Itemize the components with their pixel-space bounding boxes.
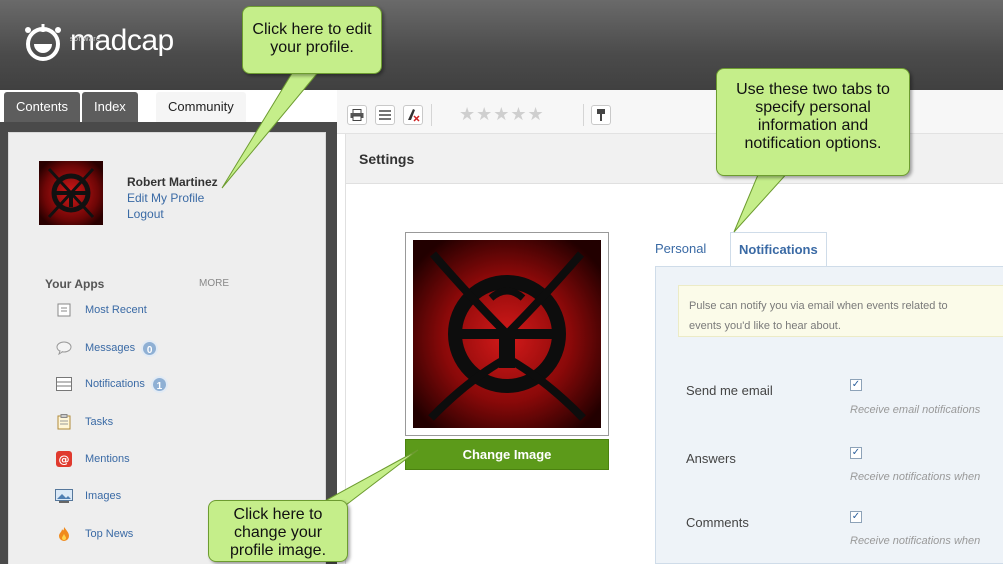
sidebar-item-most-recent[interactable]: Most Recent	[55, 299, 147, 321]
tab-contents[interactable]: Contents	[4, 92, 81, 122]
sidebar-item-label: Notifications	[85, 378, 145, 390]
comments-label: Comments	[686, 515, 749, 530]
profile-image[interactable]	[413, 240, 601, 428]
svg-text:@: @	[59, 453, 70, 466]
info-text-line-1: Pulse can notify you via email when even…	[689, 300, 948, 312]
logout-link[interactable]: Logout	[127, 207, 164, 221]
send-email-checkbox[interactable]: ✓	[850, 379, 862, 391]
list-view-button[interactable]	[375, 105, 395, 125]
toolbar-divider	[431, 104, 432, 126]
answers-label: Answers	[686, 451, 736, 466]
sidebar-item-label: Most Recent	[85, 304, 147, 316]
format-painter-button[interactable]	[591, 105, 611, 125]
at-sign-icon: @	[55, 450, 73, 468]
page-title: Settings	[359, 151, 415, 167]
clear-format-icon	[408, 109, 420, 122]
main-content: Settings Change Image Personal Notificat…	[337, 134, 1003, 564]
paint-roller-icon	[597, 109, 605, 121]
answers-description: Receive notifications when	[850, 471, 981, 483]
sidebar-item-notifications[interactable]: Notifications 1	[55, 373, 168, 395]
tab-index[interactable]: Index	[82, 92, 138, 122]
speech-bubble-icon	[55, 339, 73, 357]
tab-personal[interactable]: Personal	[655, 232, 706, 266]
sidebar-item-label: Images	[85, 490, 122, 502]
edit-profile-link[interactable]: Edit My Profile	[127, 191, 204, 205]
sidebar-item-label: Messages	[85, 342, 136, 354]
print-button[interactable]	[347, 105, 367, 125]
toolbar-divider	[583, 104, 584, 126]
notifications-panel: Pulse can notify you via email when even…	[655, 266, 1003, 564]
notifications-count-badge: 1	[150, 375, 168, 393]
tab-notifications[interactable]: Notifications	[730, 232, 827, 266]
send-email-label: Send me email	[686, 383, 773, 398]
answers-checkbox[interactable]: ✓	[850, 447, 862, 459]
sidebar: Robert Martinez Edit My Profile Logout Y…	[0, 122, 337, 564]
your-apps-heading: Your Apps	[45, 277, 105, 291]
list-icon	[379, 110, 391, 120]
info-text-line-2: events you'd like to hear about.	[689, 320, 841, 332]
profile-image-frame	[405, 232, 609, 436]
avatar[interactable]	[39, 161, 103, 225]
sidebar-item-messages[interactable]: Messages 0	[55, 337, 159, 359]
user-name: Robert Martinez	[127, 175, 218, 189]
callout-edit-profile: Click here to edit your profile.	[242, 6, 382, 74]
callout-tabs: Use these two tabs to specify personal i…	[716, 68, 910, 176]
messages-count-badge: 0	[141, 339, 159, 357]
sidebar-item-top-news[interactable]: Top News	[55, 523, 133, 545]
rating-stars[interactable]: ★★★★★	[459, 104, 545, 125]
tab-community[interactable]: Community	[156, 92, 246, 126]
notification-info-box: Pulse can notify you via email when even…	[678, 285, 1003, 337]
apps-more-link[interactable]: MORE	[199, 278, 229, 289]
sidebar-item-mentions[interactable]: @ Mentions	[55, 448, 130, 470]
sidebar-item-label: Tasks	[85, 416, 114, 428]
sidebar-item-label: Top News	[85, 528, 134, 540]
logo-subtext: software	[70, 36, 101, 43]
list-icon	[55, 375, 73, 393]
image-icon	[55, 487, 73, 505]
sidebar-item-tasks[interactable]: Tasks	[55, 411, 113, 433]
sidebar-item-label: Mentions	[85, 453, 130, 465]
document-icon	[55, 301, 73, 319]
send-email-description: Receive email notifications	[850, 404, 981, 416]
callout-change-image: Click here to change your profile image.	[208, 500, 348, 562]
clear-highlight-button[interactable]	[403, 105, 423, 125]
clipboard-icon	[55, 413, 73, 431]
comments-description: Receive notifications when	[850, 535, 981, 547]
sidebar-item-images[interactable]: Images	[55, 485, 121, 507]
comments-checkbox[interactable]: ✓	[850, 511, 862, 523]
logo-icon	[25, 24, 61, 61]
print-icon	[350, 109, 364, 121]
flame-icon	[55, 525, 73, 543]
change-image-button[interactable]: Change Image	[405, 439, 609, 470]
